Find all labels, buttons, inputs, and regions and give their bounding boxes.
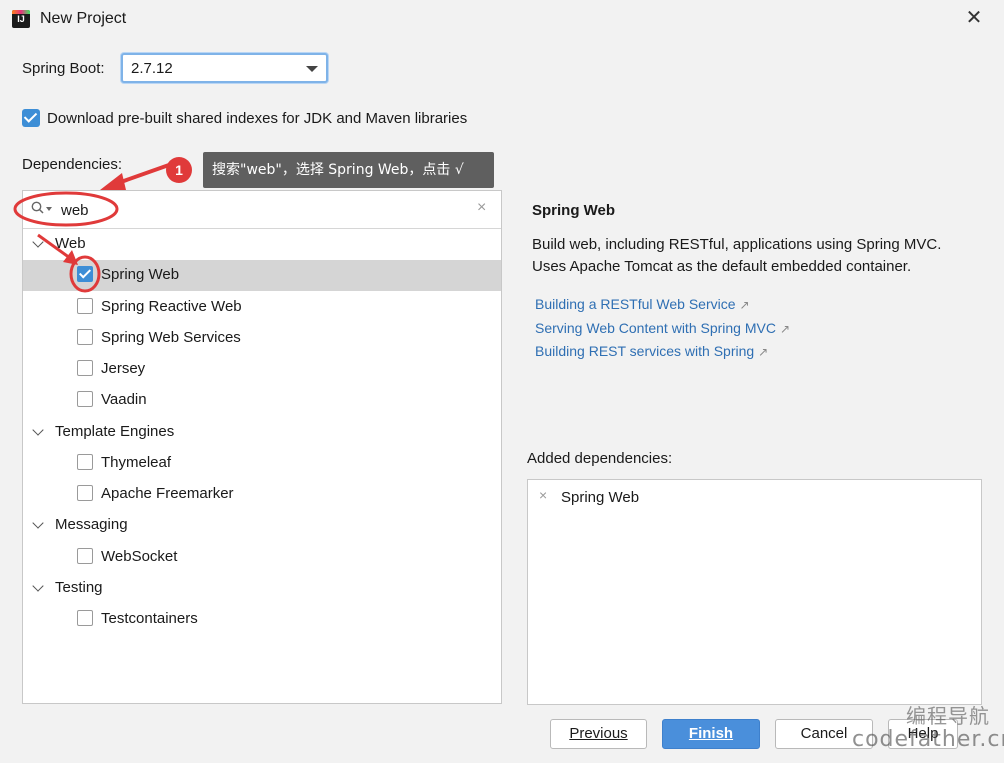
spring-boot-label: Spring Boot: bbox=[22, 60, 105, 77]
tree-item-vaadin[interactable]: Vaadin bbox=[23, 385, 501, 416]
window-title: New Project bbox=[40, 10, 127, 27]
watermark-text: 编程导航 bbox=[906, 704, 990, 728]
link-text[interactable]: Serving Web Content with Spring MVC bbox=[535, 320, 776, 336]
step-number-badge: 1 bbox=[166, 157, 192, 183]
external-link-icon: ↗ bbox=[739, 298, 750, 312]
tree-item-spring-web[interactable]: Spring Web bbox=[23, 260, 501, 291]
download-indexes-label[interactable]: Download pre-built shared indexes for JD… bbox=[47, 110, 467, 127]
spring-web-checkbox[interactable] bbox=[77, 266, 93, 282]
cancel-button-label: Cancel bbox=[800, 725, 848, 742]
added-dependencies-label: Added dependencies: bbox=[527, 450, 673, 467]
link-text[interactable]: Building a RESTful Web Service bbox=[535, 296, 736, 312]
tree-item-label: Jersey bbox=[101, 360, 146, 377]
finish-button-label: Finish bbox=[688, 725, 734, 742]
watermark-url: codefather.cn bbox=[852, 727, 1004, 752]
external-link-icon: ↗ bbox=[779, 322, 791, 336]
dependency-detail-title: Spring Web bbox=[532, 202, 616, 219]
dependency-detail-description: Build web, including RESTful, applicatio… bbox=[532, 234, 992, 278]
chevron-down-icon[interactable] bbox=[32, 517, 44, 529]
clear-search-icon[interactable]: × bbox=[477, 199, 486, 217]
finish-button[interactable]: Finish bbox=[662, 719, 760, 749]
previous-button-label: Previous bbox=[569, 725, 628, 742]
tree-item-label: Vaadin bbox=[101, 391, 147, 408]
app-icon-text: IJ bbox=[17, 14, 25, 24]
intellij-app-icon: IJ bbox=[12, 10, 30, 28]
tree-group-label: Messaging bbox=[55, 516, 128, 533]
description-line: Uses Apache Tomcat as the default embedd… bbox=[532, 258, 912, 275]
dependencies-label: Dependencies: bbox=[22, 156, 123, 173]
annotation-arrow-head bbox=[100, 173, 126, 190]
dependency-search-input[interactable] bbox=[61, 200, 441, 220]
tree-item-jersey[interactable]: Jersey bbox=[23, 354, 501, 385]
websocket-checkbox[interactable] bbox=[77, 548, 93, 564]
spring-boot-version-select[interactable]: 2.7.12 bbox=[121, 53, 328, 83]
tree-item-label: Thymeleaf bbox=[101, 454, 172, 471]
tree-group-template-engines[interactable]: Template Engines bbox=[23, 417, 501, 448]
tree-item-websocket[interactable]: WebSocket bbox=[23, 542, 501, 573]
chevron-down-icon[interactable] bbox=[32, 236, 44, 248]
tree-group-messaging[interactable]: Messaging bbox=[23, 510, 501, 541]
download-indexes-checkbox[interactable] bbox=[22, 109, 40, 127]
jersey-checkbox[interactable] bbox=[77, 360, 93, 376]
tree-group-web[interactable]: Web bbox=[23, 229, 501, 260]
tree-item-spring-reactive-web[interactable]: Spring Reactive Web bbox=[23, 292, 501, 323]
guide-link-serving-web-content[interactable]: Serving Web Content with Spring MVC ↗ bbox=[535, 320, 790, 336]
tree-group-label: Web bbox=[55, 235, 86, 252]
tree-item-apache-freemarker[interactable]: Apache Freemarker bbox=[23, 479, 501, 510]
description-line: Build web, including RESTful, applicatio… bbox=[532, 236, 942, 253]
title-bar bbox=[0, 0, 1004, 40]
vaadin-checkbox[interactable] bbox=[77, 391, 93, 407]
tree-item-label: Testcontainers bbox=[101, 610, 198, 627]
tree-item-label: WebSocket bbox=[101, 548, 178, 565]
spring-boot-version-value: 2.7.12 bbox=[131, 60, 173, 77]
tree-item-label: Spring Reactive Web bbox=[101, 298, 242, 315]
previous-button[interactable]: Previous bbox=[550, 719, 647, 749]
close-icon[interactable]: ✕ bbox=[962, 6, 986, 30]
tree-item-spring-web-services[interactable]: Spring Web Services bbox=[23, 323, 501, 354]
thymeleaf-checkbox[interactable] bbox=[77, 454, 93, 470]
remove-dependency-icon[interactable]: × bbox=[539, 487, 547, 503]
chevron-down-icon[interactable] bbox=[32, 580, 44, 592]
tree-item-label: Apache Freemarker bbox=[101, 485, 234, 502]
spring-web-services-checkbox[interactable] bbox=[77, 329, 93, 345]
tree-item-label: Spring Web Services bbox=[101, 329, 241, 346]
guide-link-rest-services[interactable]: Building REST services with Spring ↗ bbox=[535, 343, 768, 359]
testcontainers-checkbox[interactable] bbox=[77, 610, 93, 626]
annotation-tooltip: 搜索"web"，选择 Spring Web，点击 √ bbox=[203, 152, 494, 188]
spring-reactive-web-checkbox[interactable] bbox=[77, 298, 93, 314]
added-dependencies-panel bbox=[527, 479, 982, 705]
chevron-down-icon[interactable] bbox=[32, 424, 44, 436]
link-text[interactable]: Building REST services with Spring bbox=[535, 343, 754, 359]
search-icon bbox=[31, 201, 44, 214]
guide-link-restful-web-service[interactable]: Building a RESTful Web Service ↗ bbox=[535, 296, 750, 312]
tree-item-thymeleaf[interactable]: Thymeleaf bbox=[23, 448, 501, 479]
apache-freemarker-checkbox[interactable] bbox=[77, 485, 93, 501]
tree-group-label: Testing bbox=[55, 579, 103, 596]
external-link-icon: ↗ bbox=[758, 345, 769, 359]
tree-item-label: Spring Web bbox=[101, 266, 180, 283]
tree-item-testcontainers[interactable]: Testcontainers bbox=[23, 604, 501, 635]
chevron-down-icon bbox=[306, 66, 318, 72]
search-history-chevron-icon[interactable] bbox=[46, 207, 52, 211]
added-dependency-item: Spring Web bbox=[561, 489, 640, 506]
app-icon-stripe bbox=[12, 10, 30, 14]
tree-group-testing[interactable]: Testing bbox=[23, 573, 501, 604]
tree-group-label: Template Engines bbox=[55, 423, 175, 440]
